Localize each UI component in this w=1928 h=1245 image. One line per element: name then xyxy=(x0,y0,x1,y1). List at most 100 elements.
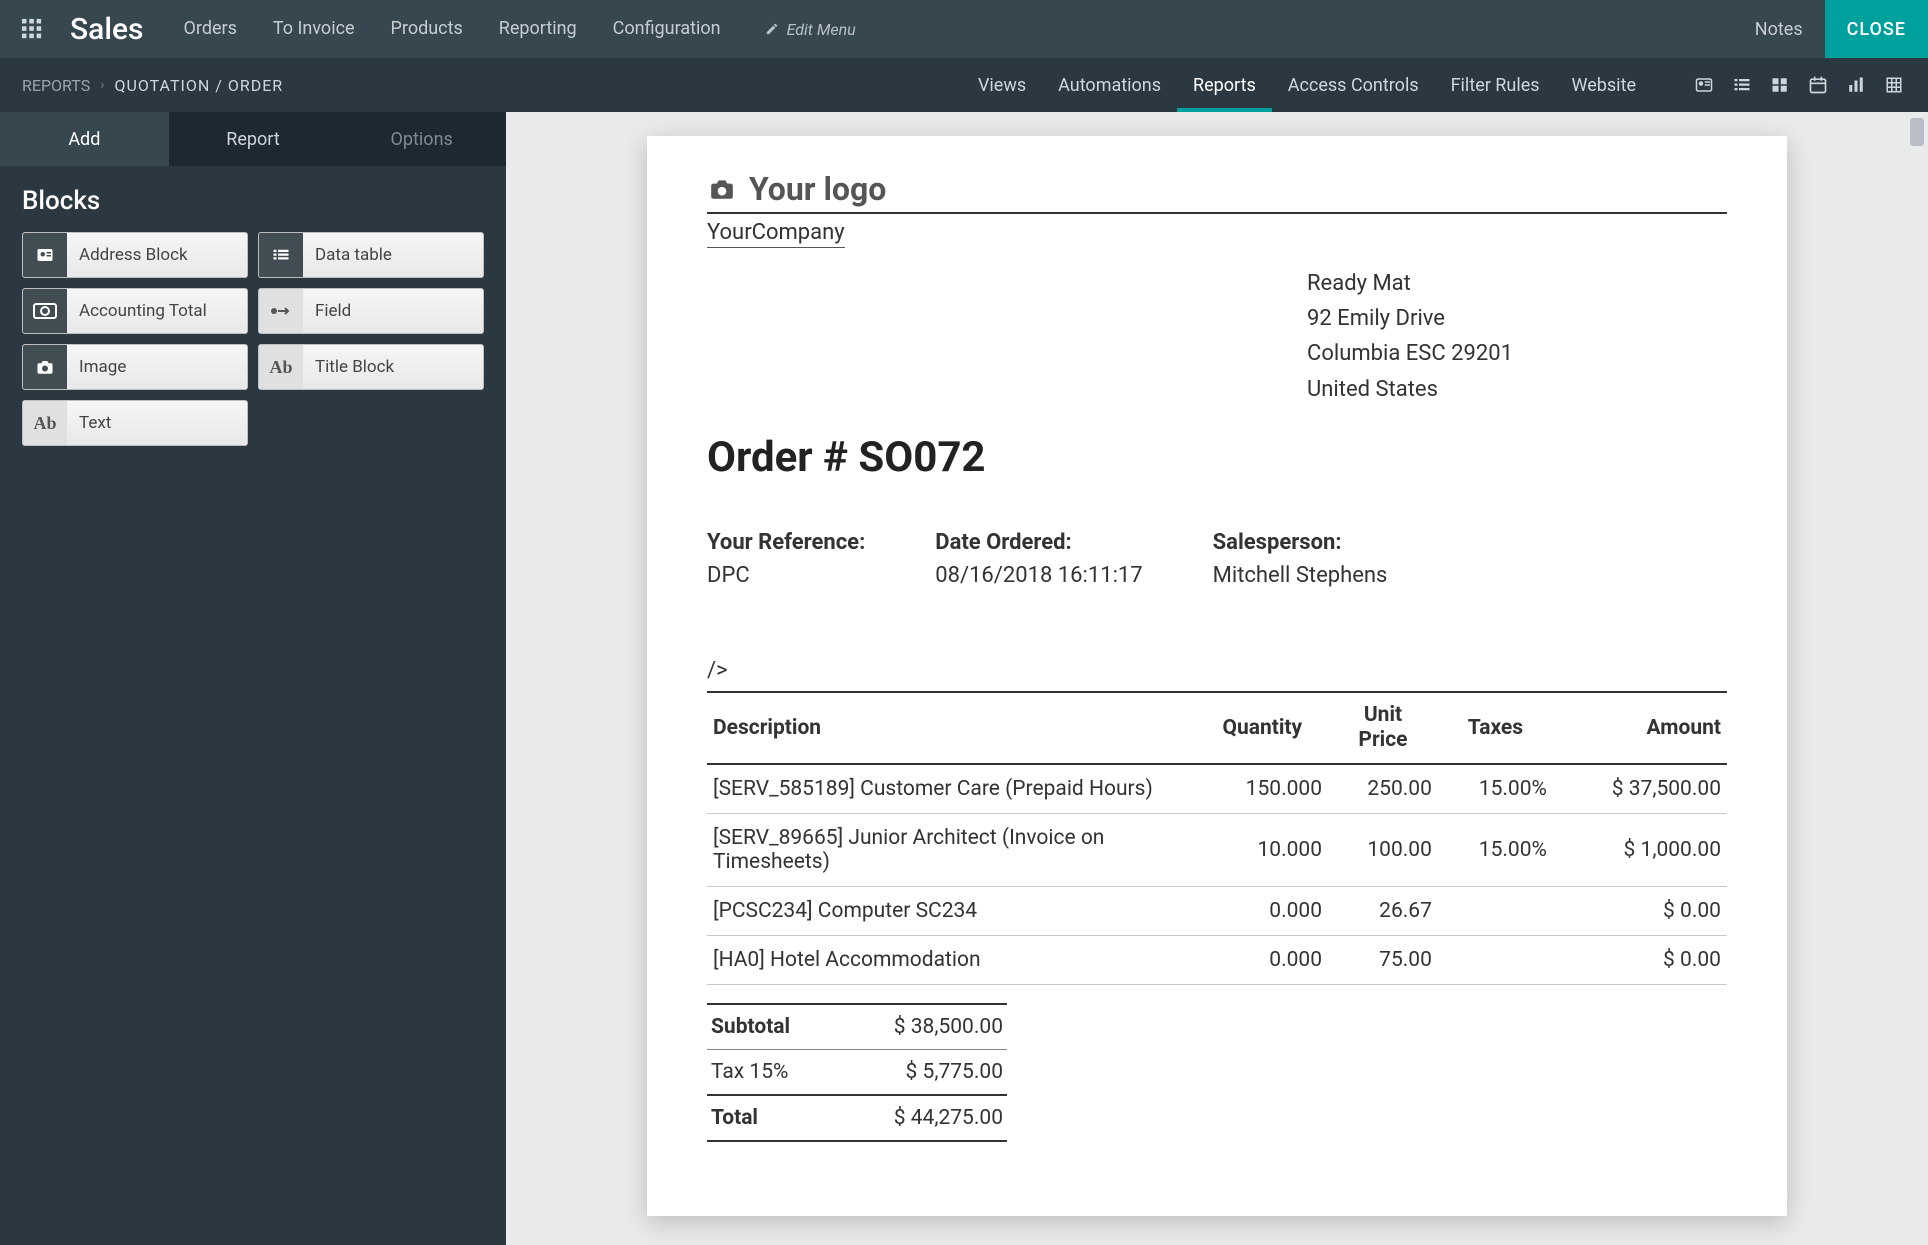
total-label: Subtotal xyxy=(711,1015,790,1039)
block-palette: Address Block Data table Accounting Tota… xyxy=(22,232,484,446)
pivot-view-icon[interactable] xyxy=(1882,73,1906,97)
table-cell xyxy=(1438,936,1553,985)
table-cell: 10.000 xyxy=(1197,814,1328,887)
tab-views[interactable]: Views xyxy=(962,58,1042,112)
addr-street: 92 Emily Drive xyxy=(1307,301,1727,336)
table-cell: 75.00 xyxy=(1328,936,1438,985)
order-title[interactable]: Order # SO072 xyxy=(707,433,1727,482)
list-view-icon[interactable] xyxy=(1730,73,1754,97)
menu-to-invoice[interactable]: To Invoice xyxy=(255,0,373,58)
addr-city: Columbia ESC 29201 xyxy=(1307,336,1727,371)
camera-icon xyxy=(23,345,67,389)
block-title[interactable]: Ab Title Block xyxy=(258,344,484,390)
report-canvas[interactable]: Your logo YourCompany Ready Mat 92 Emily… xyxy=(506,112,1928,1245)
block-text[interactable]: Ab Text xyxy=(22,400,248,446)
editor-sidebar: Add Report Options Blocks Address Block … xyxy=(0,112,506,1245)
block-data-table[interactable]: Data table xyxy=(258,232,484,278)
tab-website[interactable]: Website xyxy=(1556,58,1652,112)
block-field[interactable]: Field xyxy=(258,288,484,334)
th-amount: Amount xyxy=(1553,692,1727,764)
address-card-icon xyxy=(23,233,67,277)
graph-view-icon[interactable] xyxy=(1844,73,1868,97)
total-row-subtotal: Subtotal $ 38,500.00 xyxy=(707,1003,1007,1049)
table-row[interactable]: [SERV_585189] Customer Care (Prepaid Hou… xyxy=(707,764,1727,814)
menu-products[interactable]: Products xyxy=(373,0,481,58)
block-label: Data table xyxy=(315,245,392,265)
arrows-icon xyxy=(259,289,303,333)
sidebar-tab-options[interactable]: Options xyxy=(337,112,506,166)
topnav-menu: Orders To Invoice Products Reporting Con… xyxy=(166,0,739,58)
sidebar-tab-report[interactable]: Report xyxy=(169,112,338,166)
card-view-icon[interactable] xyxy=(1692,73,1716,97)
stray-text: /> xyxy=(707,658,1727,683)
tab-automations[interactable]: Automations xyxy=(1042,58,1177,112)
meta-label: Salesperson: xyxy=(1213,530,1388,555)
sidebar-tabs: Add Report Options xyxy=(0,112,506,166)
customer-address[interactable]: Ready Mat 92 Emily Drive Columbia ESC 29… xyxy=(1307,266,1727,407)
table-cell: $ 37,500.00 xyxy=(1553,764,1727,814)
logo-placeholder[interactable]: Your logo xyxy=(707,170,1727,214)
table-cell: 15.00% xyxy=(1438,764,1553,814)
table-row[interactable]: [SERV_89665] Junior Architect (Invoice o… xyxy=(707,814,1727,887)
order-meta[interactable]: Your Reference: DPC Date Ordered: 08/16/… xyxy=(707,530,1727,588)
table-cell: [SERV_585189] Customer Care (Prepaid Hou… xyxy=(707,764,1197,814)
tab-access-controls[interactable]: Access Controls xyxy=(1272,58,1435,112)
table-cell: 0.000 xyxy=(1197,936,1328,985)
table-cell: 26.67 xyxy=(1328,887,1438,936)
close-button[interactable]: CLOSE xyxy=(1825,0,1928,58)
tab-filter-rules[interactable]: Filter Rules xyxy=(1435,58,1556,112)
total-value: $ 5,775.00 xyxy=(906,1060,1004,1084)
meta-label: Your Reference: xyxy=(707,530,865,555)
table-row[interactable]: [HA0] Hotel Accommodation0.00075.00$ 0.0… xyxy=(707,936,1727,985)
breadcrumb-root[interactable]: REPORTS xyxy=(22,76,90,95)
table-cell: 0.000 xyxy=(1197,887,1328,936)
vertical-scrollbar[interactable] xyxy=(1910,118,1924,1239)
total-row-tax: Tax 15% $ 5,775.00 xyxy=(707,1049,1007,1094)
meta-value: Mitchell Stephens xyxy=(1213,563,1388,588)
camera-icon xyxy=(707,176,737,202)
block-label: Title Block xyxy=(315,357,394,377)
table-cell: 100.00 xyxy=(1328,814,1438,887)
menu-configuration[interactable]: Configuration xyxy=(595,0,739,58)
apps-icon[interactable] xyxy=(0,18,64,40)
view-switcher xyxy=(1692,73,1906,97)
notes-link[interactable]: Notes xyxy=(1733,19,1825,40)
table-cell xyxy=(1438,887,1553,936)
menu-reporting[interactable]: Reporting xyxy=(481,0,595,58)
report-page[interactable]: Your logo YourCompany Ready Mat 92 Emily… xyxy=(647,136,1787,1216)
kanban-view-icon[interactable] xyxy=(1768,73,1792,97)
edit-menu-link[interactable]: Edit Menu xyxy=(765,20,856,39)
th-unit-price: Unit Price xyxy=(1328,692,1438,764)
order-totals[interactable]: Subtotal $ 38,500.00 Tax 15% $ 5,775.00 … xyxy=(707,1003,1007,1142)
th-description: Description xyxy=(707,692,1197,764)
order-lines-table[interactable]: Description Quantity Unit Price Taxes Am… xyxy=(707,691,1727,985)
table-cell: 250.00 xyxy=(1328,764,1438,814)
block-address[interactable]: Address Block xyxy=(22,232,248,278)
calendar-view-icon[interactable] xyxy=(1806,73,1830,97)
table-icon xyxy=(259,233,303,277)
company-name[interactable]: YourCompany xyxy=(707,220,845,248)
table-cell: [PCSC234] Computer SC234 xyxy=(707,887,1197,936)
block-accounting-total[interactable]: Accounting Total xyxy=(22,288,248,334)
table-row[interactable]: [PCSC234] Computer SC2340.00026.67$ 0.00 xyxy=(707,887,1727,936)
total-row-grand: Total $ 44,275.00 xyxy=(707,1094,1007,1142)
breadcrumb-current: QUOTATION / ORDER xyxy=(114,76,283,95)
block-image[interactable]: Image xyxy=(22,344,248,390)
table-cell: $ 0.00 xyxy=(1553,936,1727,985)
table-cell: $ 1,000.00 xyxy=(1553,814,1727,887)
sidebar-tab-add[interactable]: Add xyxy=(0,112,169,166)
block-label: Text xyxy=(79,413,111,433)
meta-value: DPC xyxy=(707,563,865,588)
app-brand[interactable]: Sales xyxy=(64,12,166,47)
menu-orders[interactable]: Orders xyxy=(166,0,255,58)
table-header-row: Description Quantity Unit Price Taxes Am… xyxy=(707,692,1727,764)
table-cell: [SERV_89665] Junior Architect (Invoice o… xyxy=(707,814,1197,887)
text-ab-icon: Ab xyxy=(23,401,67,445)
addr-name: Ready Mat xyxy=(1307,266,1727,301)
meta-value: 08/16/2018 16:11:17 xyxy=(935,563,1142,588)
total-value: $ 44,275.00 xyxy=(894,1106,1003,1130)
tab-reports[interactable]: Reports xyxy=(1177,58,1272,112)
meta-label: Date Ordered: xyxy=(935,530,1142,555)
text-ab-icon: Ab xyxy=(259,345,303,389)
table-cell: 15.00% xyxy=(1438,814,1553,887)
